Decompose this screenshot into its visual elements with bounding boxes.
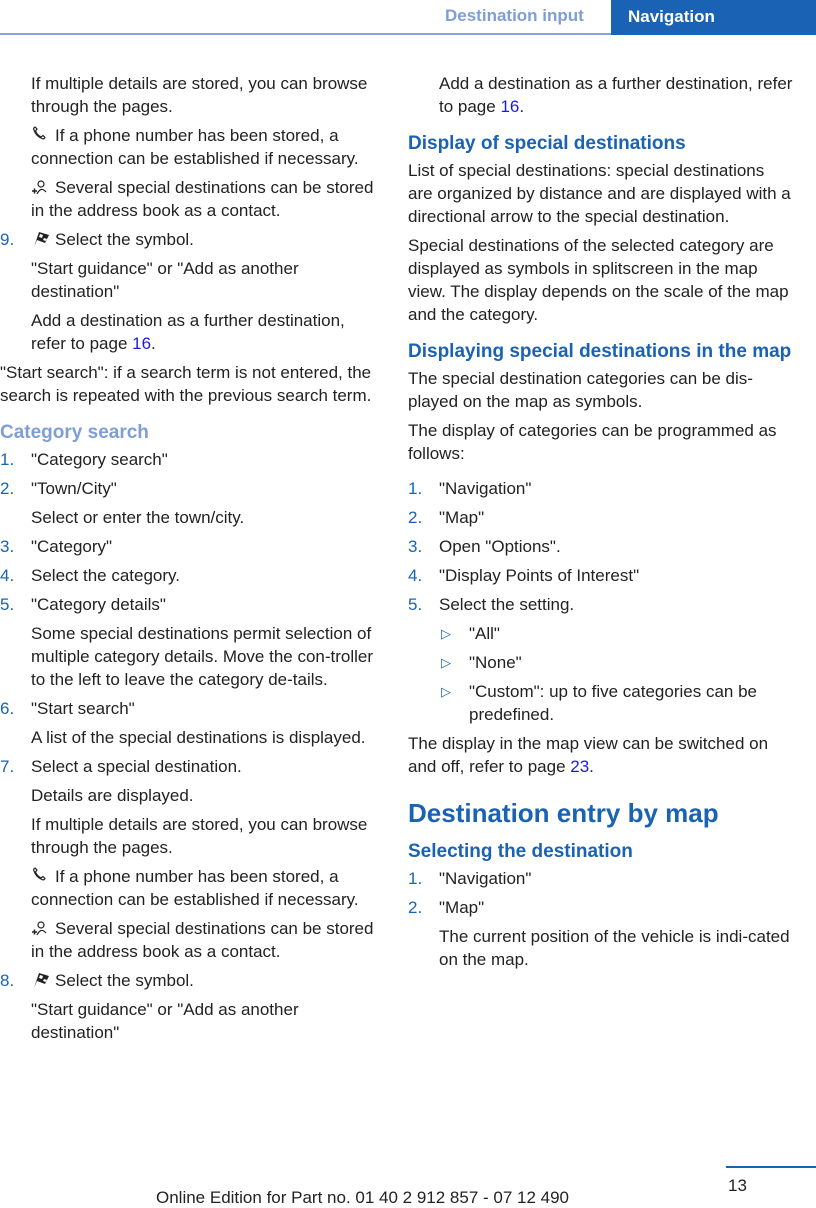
list-item: 1. "Category search"	[0, 450, 168, 469]
setting-option: ▷ "All"	[441, 624, 500, 643]
section-heading-display-special-destinations: Display of special destinations	[408, 133, 686, 154]
paragraph: "Start guidance" or "Add as another dest…	[31, 259, 299, 301]
left-column: If multiple details are stored, you can …	[0, 72, 382, 1050]
paragraph: Several special destinations can be stor…	[31, 919, 374, 961]
list-item: 1. "Navigation"	[408, 869, 532, 888]
paragraph: Some special destinations permit selecti…	[31, 624, 374, 689]
page-link[interactable]: 23	[570, 757, 589, 776]
list-item: 5. Select the setting.	[408, 595, 575, 614]
step-number: 1.	[408, 479, 423, 498]
destination-flag-icon	[34, 232, 49, 247]
section-heading-special-destinations-map: Displaying special destinations in the m…	[408, 341, 792, 362]
paragraph: If multiple details are stored, you can …	[31, 74, 368, 116]
paragraph: Details are displayed.	[31, 786, 194, 805]
paragraph: A list of the special destinations is di…	[31, 728, 366, 747]
paragraph: "Start search": if a search term is not …	[0, 363, 372, 405]
list-item: 4. Select the category.	[0, 566, 180, 585]
list-item: 2. "Map"	[408, 898, 485, 917]
footer-line	[726, 1166, 816, 1168]
step-number: 4.	[408, 566, 423, 585]
step-number: 7.	[0, 757, 15, 776]
paragraph: If a phone number has been stored, a con…	[31, 126, 359, 168]
header-section-title: Destination input	[445, 6, 584, 25]
step-number: 2.	[408, 898, 423, 917]
bullet-triangle-icon: ▷	[441, 626, 451, 641]
section-heading-selecting-destination: Selecting the destination	[408, 841, 633, 862]
add-contact-icon	[32, 180, 47, 195]
step-number: 1.	[408, 869, 423, 888]
paragraph: Add a destination as a further destinati…	[31, 311, 345, 353]
paragraph: Select or enter the town/city.	[31, 508, 245, 527]
paragraph: The display of categories can be program…	[408, 421, 777, 463]
header-line	[0, 33, 611, 35]
destination-flag-icon	[34, 973, 49, 988]
paragraph: "Start guidance" or "Add as another dest…	[31, 1000, 299, 1042]
step-number: 3.	[408, 537, 423, 556]
paragraph: Special destinations of the selected cat…	[408, 236, 789, 324]
step-number: 1.	[0, 450, 15, 469]
paragraph: The current position of the vehicle is i…	[439, 927, 790, 969]
step-number: 3.	[0, 537, 15, 556]
step-number: 4.	[0, 566, 15, 585]
list-item: 3. "Category"	[0, 537, 113, 556]
header-chapter-tab: Navigation	[611, 0, 816, 35]
page-link[interactable]: 16	[132, 334, 151, 353]
list-item: 5. "Category details"	[0, 595, 166, 614]
step-number: 8.	[0, 971, 15, 990]
list-item: 3. Open "Options".	[408, 537, 561, 556]
paragraph: The special destination categories can b…	[408, 369, 753, 411]
paragraph: The display in the map view can be switc…	[408, 734, 769, 776]
list-item: 2. "Town/City"	[0, 479, 117, 498]
paragraph: If a phone number has been stored, a con…	[31, 867, 359, 909]
list-item: 6. "Start search"	[0, 699, 135, 718]
header-chapter-title: Navigation	[628, 7, 715, 26]
step-number: 2.	[408, 508, 423, 527]
right-column: Add a destination as a further destinati…	[408, 72, 793, 977]
list-item: 2. "Map"	[408, 508, 485, 527]
list-item: 9. Select the symbol.	[0, 230, 194, 249]
phone-icon	[33, 867, 46, 881]
paragraph: If multiple details are stored, you can …	[31, 815, 368, 857]
paragraph: Several special destinations can be stor…	[31, 178, 374, 220]
paragraph: List of special destinations: special de…	[408, 161, 791, 226]
setting-option: ▷ "None"	[441, 653, 522, 672]
list-item: 1. "Navigation"	[408, 479, 532, 498]
list-item: 7. Select a special destination.	[0, 757, 242, 776]
setting-option: ▷ "Custom": up to five categories can be …	[441, 682, 757, 724]
step-number: 2.	[0, 479, 15, 498]
chapter-heading-destination-entry-by-map: Destination entry by map	[408, 798, 719, 828]
step-number: 5.	[0, 595, 15, 614]
edition-footer: Online Edition for Part no. 01 40 2 912 …	[156, 1188, 570, 1207]
page-number: 13	[728, 1176, 747, 1195]
phone-icon	[33, 126, 46, 140]
bullet-triangle-icon: ▷	[441, 684, 451, 699]
step-number: 9.	[0, 230, 15, 249]
page-link[interactable]: 16	[500, 97, 519, 116]
step-number: 6.	[0, 699, 15, 718]
add-contact-icon	[32, 921, 47, 936]
bullet-triangle-icon: ▷	[441, 655, 451, 670]
step-number: 5.	[408, 595, 423, 614]
list-item: 4. "Display Points of Interest"	[408, 566, 640, 585]
paragraph: Add a destination as a further destinati…	[439, 74, 793, 116]
section-heading-category-search: Category search	[0, 422, 149, 443]
list-item: 8. Select the symbol.	[0, 971, 194, 990]
